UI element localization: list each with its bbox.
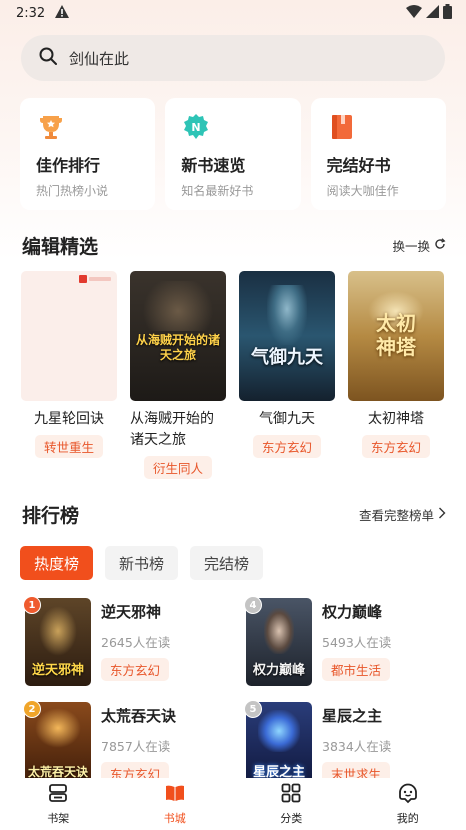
tab-hot[interactable]: 热度榜 bbox=[20, 546, 94, 580]
new-book-icon: N bbox=[181, 112, 211, 142]
pick-book[interactable]: 从海贼开始的诸天之旅 从海贼开始的诸天之旅 衍生同人 bbox=[130, 271, 226, 479]
nav-bookstore[interactable]: 书城 bbox=[135, 782, 215, 826]
book-title: 九星轮回诀 bbox=[34, 411, 104, 427]
nav-category[interactable]: 分类 bbox=[251, 782, 331, 826]
cover-art bbox=[264, 608, 294, 654]
cover-title-art: 太初神塔 bbox=[376, 311, 416, 359]
reader-count: 5493人在读 bbox=[322, 635, 392, 650]
feature-card-ranking[interactable]: 佳作排行 热门热榜小说 bbox=[20, 98, 156, 210]
nav-bookshelf[interactable]: 书架 bbox=[18, 782, 98, 826]
search-bar[interactable]: 剑仙在此 bbox=[21, 35, 445, 81]
ranking-item[interactable]: 5 星辰之主 星辰之主 3834人在读 末世求生 bbox=[244, 700, 466, 790]
refresh-button[interactable]: 换一换 bbox=[392, 236, 446, 255]
book-title: 权力巅峰 bbox=[322, 603, 383, 621]
genre-tag: 转世重生 bbox=[34, 435, 103, 458]
profile-icon bbox=[397, 782, 419, 808]
book-cover: 从海贼开始的诸天之旅 bbox=[130, 271, 226, 401]
genre-tag: 东方玄幻 bbox=[101, 658, 170, 681]
status-bar: 2:32 bbox=[0, 0, 466, 26]
book-title: 逆天邪神 bbox=[101, 603, 162, 621]
rank-badge: 4 bbox=[244, 596, 262, 614]
search-input[interactable]: 剑仙在此 bbox=[69, 48, 129, 69]
cover-art bbox=[39, 606, 77, 656]
feature-subtitle: 阅读大咖佳作 bbox=[326, 184, 399, 198]
nav-label: 书城 bbox=[163, 812, 186, 825]
editor-picks-header: 编辑精选 换一换 bbox=[22, 232, 446, 259]
nav-label: 书架 bbox=[47, 812, 70, 825]
chevron-right-icon bbox=[438, 507, 446, 522]
book-icon bbox=[327, 112, 357, 142]
cover-title-art: 权力巅峰 bbox=[252, 663, 305, 678]
genre-tag: 东方玄幻 bbox=[252, 435, 321, 458]
book-cover bbox=[21, 271, 117, 401]
genre-tag: 东方玄幻 bbox=[361, 435, 430, 458]
search-icon bbox=[39, 47, 57, 69]
ranking-header: 排行榜 查看完整榜单 bbox=[22, 501, 446, 528]
status-time: 2:32 bbox=[16, 5, 46, 21]
ranking-tabs: 热度榜 新书榜 完结榜 bbox=[20, 546, 466, 580]
trophy-icon bbox=[36, 112, 66, 142]
reader-count: 3834人在读 bbox=[322, 739, 392, 754]
genre-tag: 都市生活 bbox=[322, 658, 391, 681]
section-title: 排行榜 bbox=[22, 505, 80, 527]
feature-cards: 佳作排行 热门热榜小说 N 新书速览 知名最新好书 完结好书 阅读大咖佳作 bbox=[20, 98, 446, 210]
feature-subtitle: 知名最新好书 bbox=[181, 184, 254, 198]
feature-card-new-books[interactable]: N 新书速览 知名最新好书 bbox=[165, 98, 301, 210]
nav-profile[interactable]: 我的 bbox=[368, 782, 448, 826]
svg-text:N: N bbox=[192, 121, 201, 134]
book-title: 太初神塔 bbox=[368, 411, 424, 427]
pick-book[interactable]: 九星轮回诀 转世重生 bbox=[21, 271, 117, 479]
feature-title: 佳作排行 bbox=[36, 156, 101, 175]
book-title: 从海贼开始的诸天之旅 bbox=[130, 411, 214, 448]
book-cover: 太初神塔 bbox=[348, 271, 444, 401]
bookstore-icon bbox=[164, 782, 186, 808]
reader-count: 2645人在读 bbox=[101, 635, 171, 650]
editor-picks-list: 九星轮回诀 转世重生 从海贼开始的诸天之旅 从海贼开始的诸天之旅 衍生同人 气御… bbox=[21, 271, 466, 479]
category-icon bbox=[280, 782, 302, 808]
cover-art bbox=[267, 285, 307, 345]
ranking-item[interactable]: 1 逆天邪神 逆天邪神 2645人在读 东方玄幻 bbox=[23, 596, 246, 686]
refresh-label: 换一换 bbox=[392, 239, 430, 254]
book-cover: 气御九天 bbox=[239, 271, 335, 401]
rank-badge: 2 bbox=[23, 700, 41, 718]
book-title: 气御九天 bbox=[259, 411, 315, 427]
pick-book[interactable]: 太初神塔 太初神塔 东方玄幻 bbox=[348, 271, 444, 479]
section-title: 编辑精选 bbox=[22, 236, 99, 258]
book-title: 太荒吞天诀 bbox=[101, 707, 177, 725]
publisher-logo bbox=[79, 275, 113, 283]
bookshelf-icon bbox=[47, 782, 69, 808]
battery-icon bbox=[443, 3, 452, 23]
pick-book[interactable]: 气御九天 气御九天 东方玄幻 bbox=[239, 271, 335, 479]
cover-art bbox=[258, 710, 300, 752]
cover-title-art: 逆天邪神 bbox=[31, 663, 84, 678]
genre-tag: 衍生同人 bbox=[143, 456, 212, 479]
view-all-button[interactable]: 查看完整榜单 bbox=[359, 505, 446, 524]
tab-completed[interactable]: 完结榜 bbox=[190, 546, 264, 580]
book-title: 星辰之主 bbox=[322, 707, 383, 725]
nav-label: 分类 bbox=[280, 812, 303, 825]
rank-badge: 1 bbox=[23, 596, 41, 614]
cover-art bbox=[35, 708, 81, 748]
cover-title-art: 从海贼开始的诸天之旅 bbox=[135, 333, 220, 362]
nav-label: 我的 bbox=[396, 812, 419, 825]
feature-subtitle: 热门热榜小说 bbox=[36, 184, 109, 198]
alert-icon bbox=[55, 4, 70, 22]
feature-title: 新书速览 bbox=[181, 156, 246, 175]
feature-card-completed[interactable]: 完结好书 阅读大咖佳作 bbox=[310, 98, 446, 210]
ranking-list: 1 逆天邪神 逆天邪神 2645人在读 东方玄幻 4 权力巅峰 权力巅峰 549… bbox=[23, 596, 466, 790]
tab-new[interactable]: 新书榜 bbox=[105, 546, 179, 580]
bottom-nav: 书架 书城 分类 我的 bbox=[0, 778, 466, 830]
cover-title-art: 气御九天 bbox=[251, 347, 323, 368]
wifi-icon bbox=[406, 4, 422, 22]
view-all-label: 查看完整榜单 bbox=[358, 508, 434, 523]
reader-count: 7857人在读 bbox=[101, 739, 171, 754]
rank-badge: 5 bbox=[244, 700, 262, 718]
signal-icon bbox=[426, 4, 439, 22]
ranking-item[interactable]: 4 权力巅峰 权力巅峰 5493人在读 都市生活 bbox=[244, 596, 466, 686]
refresh-icon bbox=[434, 238, 446, 253]
feature-title: 完结好书 bbox=[326, 156, 391, 175]
cover-art bbox=[138, 281, 218, 331]
ranking-item[interactable]: 2 太荒吞天诀 太荒吞天诀 7857人在读 东方玄幻 bbox=[23, 700, 246, 790]
